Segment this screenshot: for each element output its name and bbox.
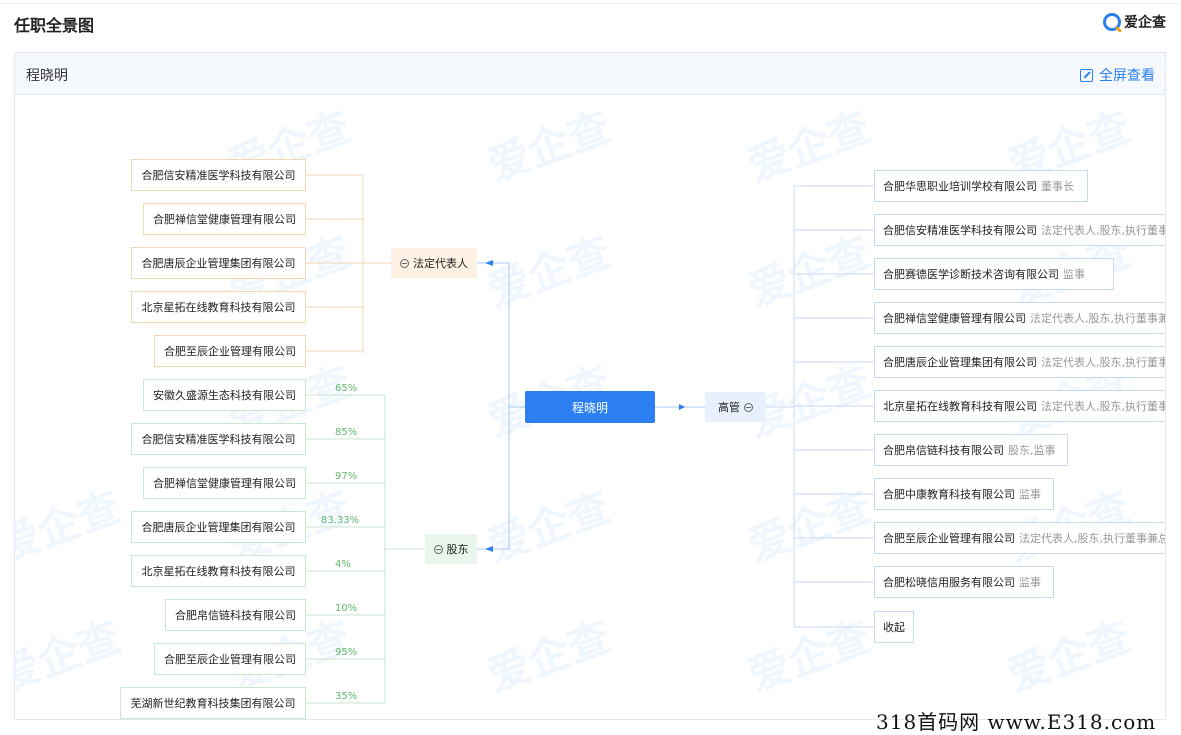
magnifier-logo-icon xyxy=(1103,13,1121,31)
role-label: 法定代表人,股东,执行董事兼总 xyxy=(1019,532,1166,545)
executive-company-node[interactable]: 合肥禅信堂健康管理有限公司 法定代表人,股东,执行董事兼 xyxy=(874,302,1166,334)
executive-label: 高管 xyxy=(718,401,740,414)
shareholder-label: 股东 xyxy=(446,543,469,556)
role-label: 监事 xyxy=(1019,576,1041,589)
role-label: 法定代表人,股东,执行董事兼 xyxy=(1030,312,1166,325)
share-percentage: 85% xyxy=(335,427,358,438)
executive-company-node[interactable]: 合肥松晓信用服务有限公司 监事 xyxy=(874,566,1054,598)
executive-company-node[interactable]: 合肥帛信链科技有限公司 股东,监事 xyxy=(874,434,1068,466)
executive-company-node[interactable]: 合肥唐辰企业管理集团有限公司 法定代表人,股东,执行董事 xyxy=(874,346,1166,378)
share-percentage: 97% xyxy=(335,471,358,482)
shareholder-company-node[interactable]: 合肥信安精准医学科技有限公司 xyxy=(131,423,306,455)
executive-company-node[interactable]: 合肥赛德医学诊断技术咨询有限公司 监事 xyxy=(874,258,1114,290)
executive-company-node[interactable]: 合肥中康教育科技有限公司 监事 xyxy=(874,478,1054,510)
company-name: 合肥至辰企业管理有限公司 xyxy=(883,532,1015,545)
legal-rep-company-node[interactable]: 北京星拓在线教育科技有限公司 xyxy=(131,291,306,323)
share-percentage: 4% xyxy=(335,559,351,570)
shareholder-hub[interactable]: 股东 xyxy=(425,534,477,564)
graph-panel: 程晓明 全屏查看 爱企查 爱企查 爱企查 爱企查 爱企查 爱企查 爱企查 爱企查 爱企查 爱企查爱… xyxy=(14,52,1166,720)
company-name: 北京星拓在线教育科技有限公司 xyxy=(883,400,1037,413)
collapse-button[interactable]: 收起 xyxy=(874,611,914,643)
site-watermark: 318首码网 www.E318.com xyxy=(876,710,1157,734)
share-percentage: 35% xyxy=(335,691,358,702)
company-name: 合肥帛信链科技有限公司 xyxy=(883,444,1004,457)
page-title: 任职全景图 xyxy=(14,16,95,35)
role-label: 董事长 xyxy=(1041,180,1074,193)
legal-rep-label: 法定代表人 xyxy=(413,257,468,270)
company-name: 合肥中康教育科技有限公司 xyxy=(883,488,1015,501)
role-label: 监事 xyxy=(1019,488,1041,501)
executive-company-node[interactable]: 北京星拓在线教育科技有限公司 法定代表人,股东,执行董事 xyxy=(874,390,1166,422)
brand-logo[interactable]: 爱企查 xyxy=(1103,12,1166,32)
collapse-icon xyxy=(744,402,753,412)
center-person-node[interactable]: 程晓明 xyxy=(525,391,655,423)
shareholder-company-node[interactable]: 安徽久盛源生态科技有限公司 xyxy=(143,379,306,411)
company-name: 合肥信安精准医学科技有限公司 xyxy=(883,224,1037,237)
share-percentage: 10% xyxy=(335,603,358,614)
company-name: 合肥华思职业培训学校有限公司 xyxy=(883,180,1037,193)
share-percentage: 65% xyxy=(335,383,358,394)
role-label: 法定代表人,股东,执行董事 xyxy=(1041,224,1166,237)
company-name: 合肥松晓信用服务有限公司 xyxy=(883,576,1015,589)
legal-rep-company-node[interactable]: 合肥唐辰企业管理集团有限公司 xyxy=(131,247,306,279)
shareholder-company-node[interactable]: 合肥唐辰企业管理集团有限公司 xyxy=(131,511,306,543)
legal-rep-company-node[interactable]: 合肥禅信堂健康管理有限公司 xyxy=(143,203,306,235)
collapse-icon xyxy=(400,258,409,268)
role-label: 股东,监事 xyxy=(1008,444,1056,457)
role-label: 法定代表人,股东,执行董事 xyxy=(1041,400,1166,413)
executive-hub[interactable]: 高管 xyxy=(705,392,766,422)
role-label: 监事 xyxy=(1063,268,1085,281)
company-name: 合肥赛德医学诊断技术咨询有限公司 xyxy=(883,268,1059,281)
shareholder-company-node[interactable]: 合肥禅信堂健康管理有限公司 xyxy=(143,467,306,499)
legal-rep-hub[interactable]: 法定代表人 xyxy=(391,248,477,278)
shareholder-company-node[interactable]: 芜湖新世纪教育科技集团有限公司 xyxy=(120,687,306,719)
shareholder-company-node[interactable]: 合肥至辰企业管理有限公司 xyxy=(154,643,306,675)
shareholder-company-node[interactable]: 合肥帛信链科技有限公司 xyxy=(165,599,306,631)
legal-rep-company-node[interactable]: 合肥信安精准医学科技有限公司 xyxy=(131,159,306,191)
share-percentage: 95% xyxy=(335,647,358,658)
collapse-icon xyxy=(433,544,443,554)
shareholder-company-node[interactable]: 北京星拓在线教育科技有限公司 xyxy=(131,555,306,587)
executive-company-node[interactable]: 合肥信安精准医学科技有限公司 法定代表人,股东,执行董事 xyxy=(874,214,1166,246)
brand-name: 爱企查 xyxy=(1124,15,1166,31)
top-divider xyxy=(0,0,1181,4)
company-name: 合肥禅信堂健康管理有限公司 xyxy=(883,312,1026,325)
company-name: 合肥唐辰企业管理集团有限公司 xyxy=(883,356,1037,369)
share-percentage: 83.33% xyxy=(321,515,360,526)
legal-rep-company-node[interactable]: 合肥至辰企业管理有限公司 xyxy=(154,335,306,367)
role-label: 法定代表人,股东,执行董事 xyxy=(1041,356,1166,369)
executive-company-node[interactable]: 合肥至辰企业管理有限公司 法定代表人,股东,执行董事兼总 xyxy=(874,522,1166,554)
executive-company-node[interactable]: 合肥华思职业培训学校有限公司 董事长 xyxy=(874,170,1088,202)
